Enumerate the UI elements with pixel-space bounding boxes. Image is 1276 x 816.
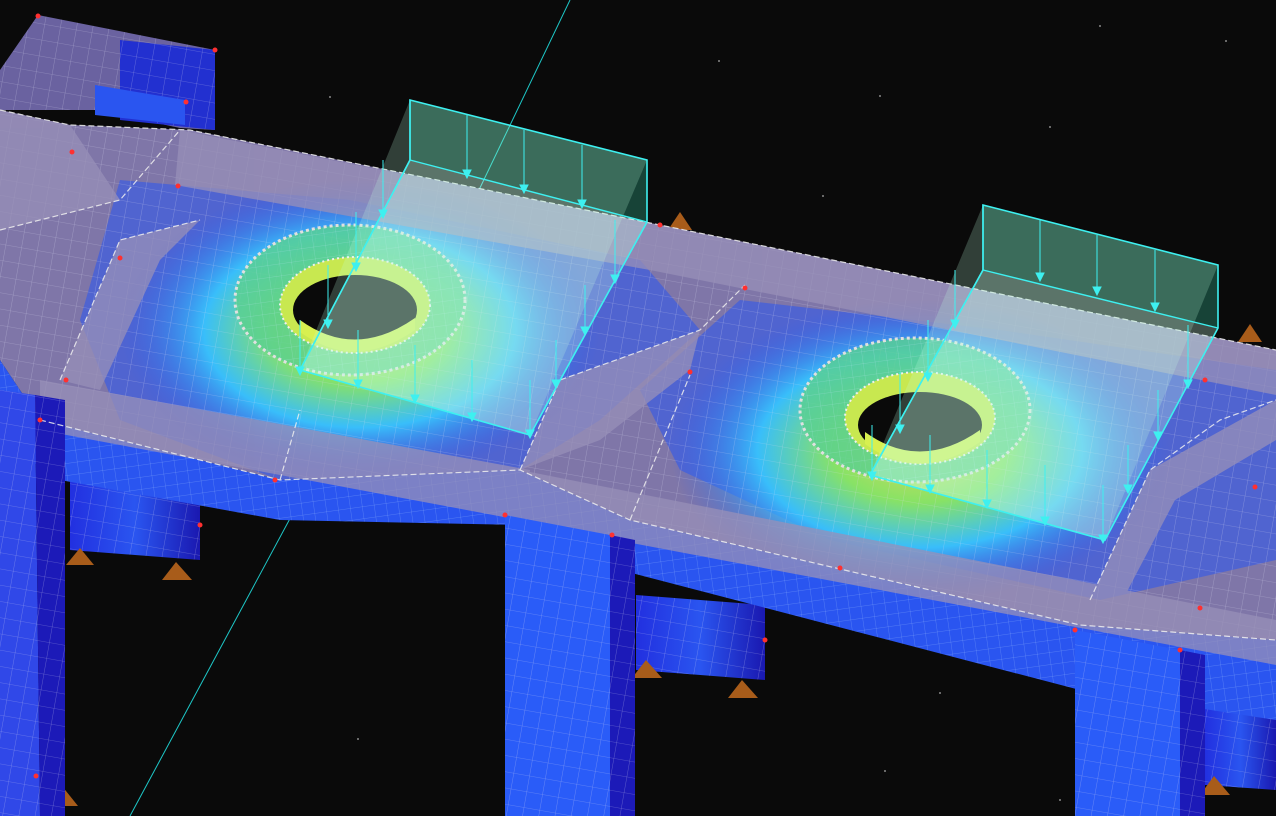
fea-viewport[interactable] xyxy=(0,0,1276,816)
column-back-mid xyxy=(636,595,765,680)
column-front-left xyxy=(0,390,65,816)
slab-upper-block xyxy=(0,15,215,130)
fea-model-scene[interactable] xyxy=(0,0,1276,816)
column-front-right xyxy=(1075,630,1205,816)
column-front-mid xyxy=(505,515,635,816)
